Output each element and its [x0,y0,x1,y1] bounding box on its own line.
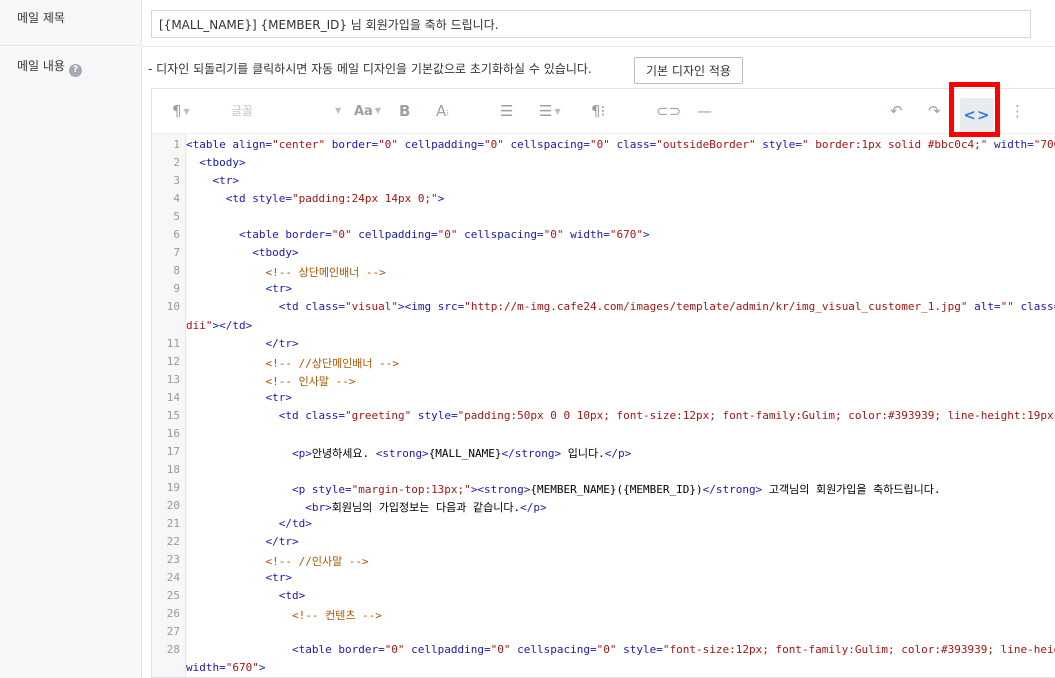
code-line[interactable]: <p>안녕하세요. <strong>{MALL_NAME}</strong> 입… [186,445,631,461]
code-line[interactable]: <tbody> [186,156,245,169]
line-number: 19 [166,480,180,494]
code-line[interactable]: <td style="padding:24px 14px 0;"> [186,192,445,205]
code-line[interactable]: <!-- 상단메인배너 --> [186,264,385,280]
code-line[interactable]: <table align="center" border="0" cellpad… [186,138,1055,151]
link-icon[interactable]: ⊂⊃ [656,100,681,122]
line-number: 26 [166,607,180,621]
line-number: 16 [166,426,180,440]
code-line[interactable]: <table border="0" cellpadding="0" cellsp… [186,643,1055,656]
text-color-icon[interactable]: A⁝ [436,100,449,122]
line-number: 2 [173,156,180,170]
line-number-gutter: 1 2 3 4 5 6 7 8 9 10 11 12 13 14 15 16 17 18 19 20 21 22 23 24 2… [152,134,186,677]
code-line[interactable]: </td> [186,517,312,530]
line-number: 15 [166,408,180,422]
font-family-caret-icon[interactable]: ▼ [335,100,341,122]
mail-title-label: 메일 제목 [0,0,142,46]
code-line[interactable]: width="670"> [186,661,266,674]
redo-icon[interactable]: ↷ [928,100,941,122]
code-editor[interactable]: 1 2 3 4 5 6 7 8 9 10 11 12 13 14 15 16 17 18 19 20 21 22 23 24 2… [152,134,1055,677]
mail-title-label-text: 메일 제목 [17,11,65,25]
mail-content-editor[interactable]: ¶ ▼ 글꼴 ▼ Aa ▼ B A⁝ ☰ ☰ ▼ ¶⁝ ⊂⊃ — ↶ ↷ <> ⋮ 1… [151,88,1055,678]
code-line[interactable]: <td> [186,589,306,602]
code-line[interactable]: </tr> [186,337,298,350]
code-line[interactable]: <p style="margin-top:13px;"><strong>{MEM… [186,481,941,497]
line-number: 4 [173,192,180,206]
line-number: 22 [166,535,180,549]
line-number: 10 [166,300,180,314]
code-line[interactable]: <td class="visual"><img src="http://m-im… [186,300,1055,313]
more-icon[interactable]: ⋮ [1010,100,1025,122]
line-number: 12 [166,354,180,368]
line-number: 23 [166,553,180,567]
code-line[interactable]: <tr> [186,174,239,187]
line-number: 20 [166,499,180,512]
code-line[interactable]: <tr> [186,391,292,404]
code-line[interactable]: <td class="greeting" style="padding:50px… [186,409,1055,422]
line-number: 25 [166,589,180,603]
line-number: 13 [166,372,180,386]
line-number: 1 [173,138,180,151]
row-divider [142,46,1055,47]
line-number: 28 [166,643,180,657]
line-number: 9 [173,282,180,296]
bold-icon[interactable]: B [399,100,410,122]
help-icon[interactable]: ? [68,64,82,77]
font-family-dropdown[interactable]: 글꼴 [231,100,253,122]
line-number: 18 [166,462,180,476]
horizontal-line-icon[interactable]: — [697,100,712,122]
code-line[interactable]: <!-- //인사말 --> [186,553,368,569]
line-number: 8 [173,264,180,278]
font-size-icon[interactable]: Aa ▼ [354,100,381,122]
code-line[interactable]: dii"></td> [186,319,252,332]
line-number: 21 [166,517,180,531]
mail-content-label: 메일 내용? [0,47,142,678]
editor-toolbar: ¶ ▼ 글꼴 ▼ Aa ▼ B A⁝ ☰ ☰ ▼ ¶⁝ ⊂⊃ — ↶ ↷ <> ⋮ [152,89,1055,134]
line-number: 17 [166,444,180,458]
apply-default-design-button[interactable]: 기본 디자인 적용 [634,57,743,84]
mail-content-label-text: 메일 내용 [17,59,65,73]
code-line[interactable]: </tr> [186,535,298,548]
line-number: 7 [173,246,180,260]
line-number: 24 [166,571,180,585]
line-number: 3 [173,174,180,188]
code-line[interactable]: <!-- 컨텐츠 --> [186,607,382,623]
code-view-highlight-box [949,82,1000,137]
code-line[interactable]: <table border="0" cellpadding="0" cellsp… [186,228,650,241]
unordered-list-icon[interactable]: ☰ ▼ [539,100,561,122]
paragraph-format-icon[interactable]: ¶⁝ [591,100,605,122]
code-line[interactable]: <tbody> [186,246,298,259]
line-number: 27 [166,625,180,639]
code-line[interactable]: <br>회원님의 가입정보는 다음과 같습니다.</p> [186,499,546,515]
font-family-placeholder: 글꼴 [231,104,254,118]
mail-title-input[interactable] [151,10,1031,38]
line-number: 14 [166,390,180,404]
code-line[interactable]: <tr> [186,571,292,584]
undo-icon[interactable]: ↶ [890,100,903,122]
paragraph-icon[interactable]: ¶ ▼ [172,100,190,122]
code-line[interactable]: <!-- //상단메인배너 --> [186,355,399,371]
line-number: 6 [173,228,180,242]
line-number: 5 [173,210,180,224]
line-number: 11 [166,336,180,350]
code-line[interactable]: <tr> [186,282,292,295]
code-line[interactable]: <!-- 인사말 --> [186,373,355,389]
reset-notice-text: - 디자인 되돌리기를 클릭하시면 자동 메일 디자인을 기본값으로 초기화하실… [148,62,592,76]
ordered-list-icon[interactable]: ☰ [500,100,513,122]
